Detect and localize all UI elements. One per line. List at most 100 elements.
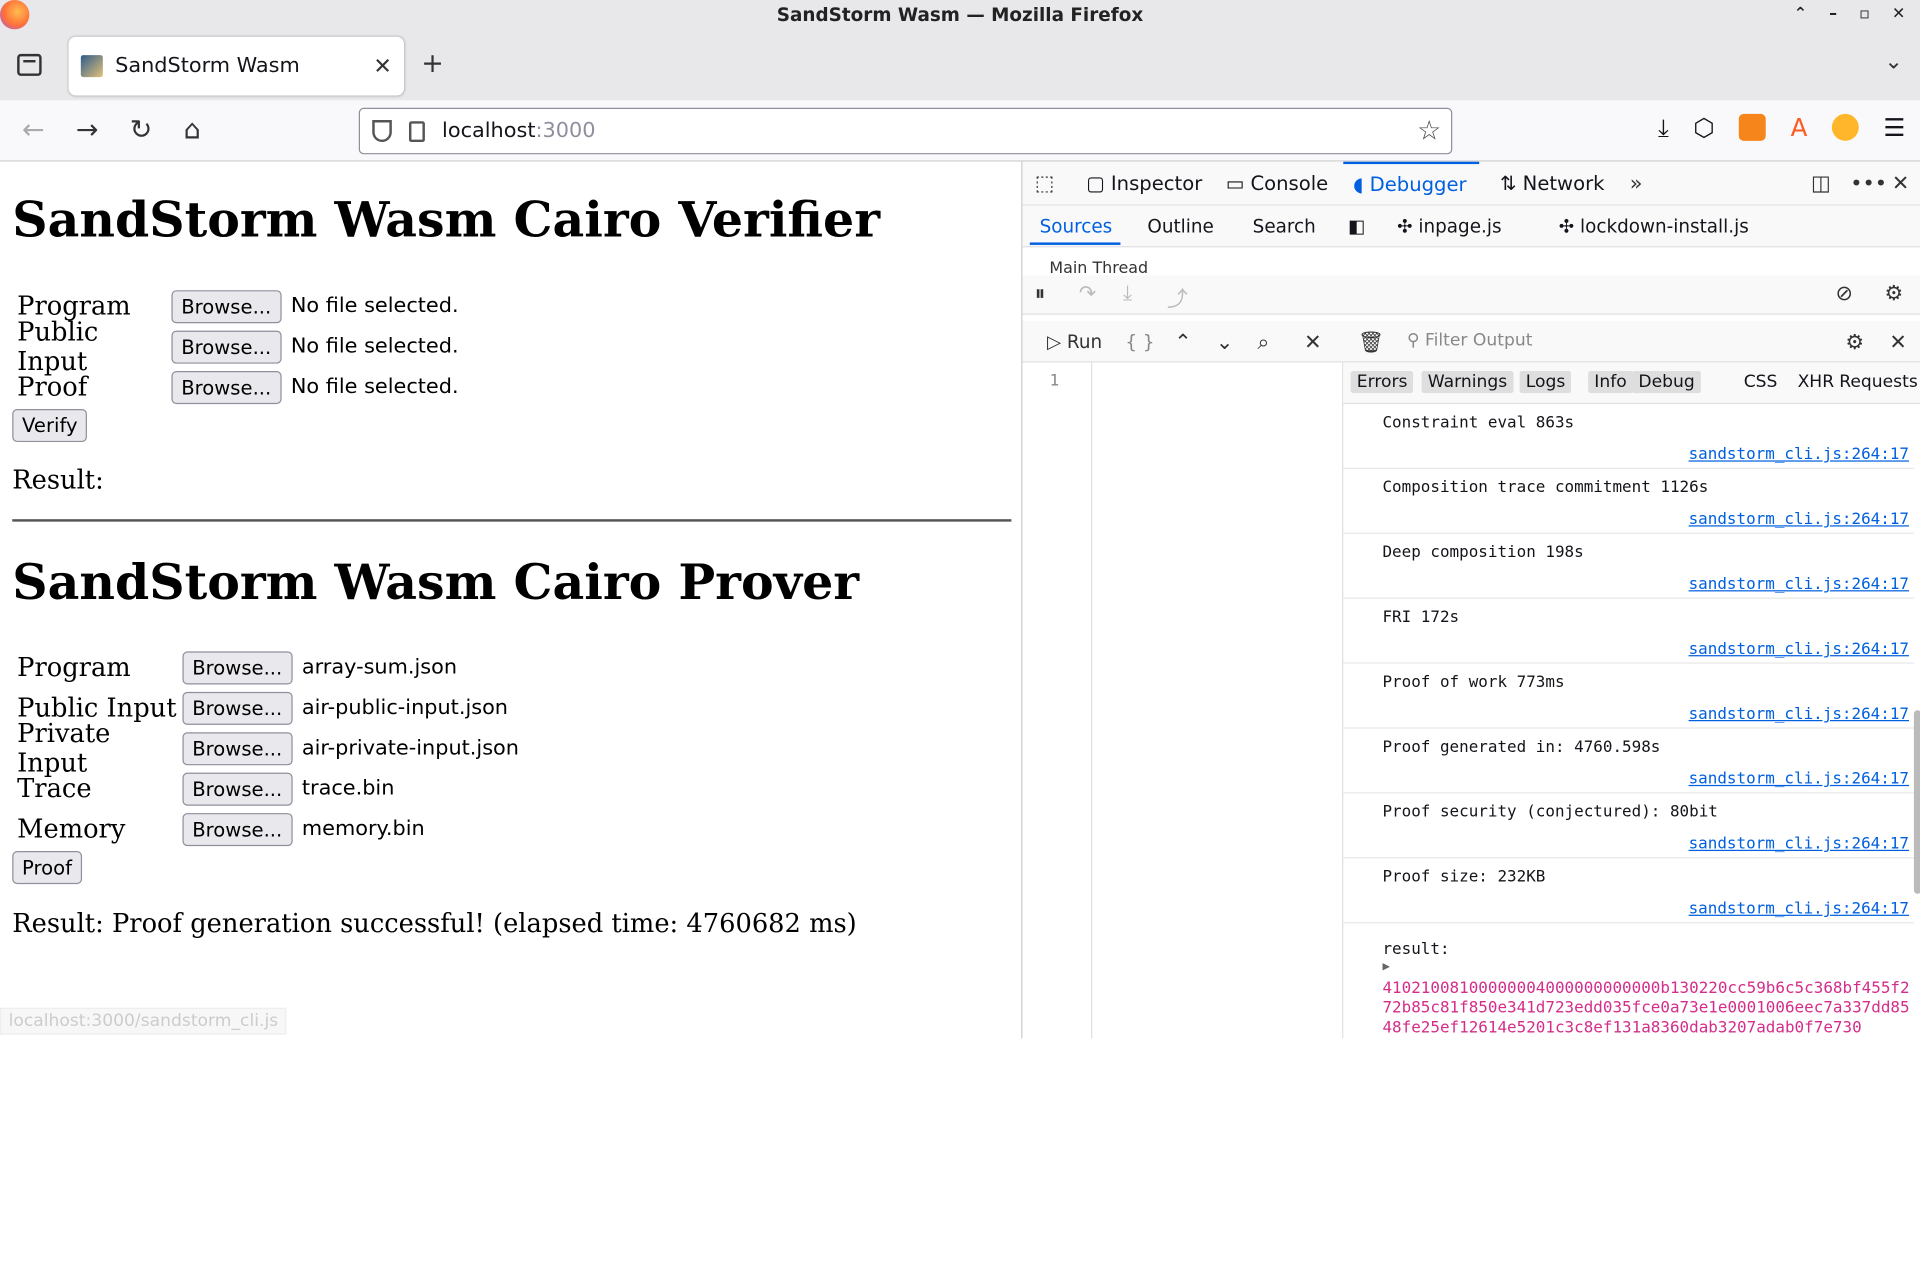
tab-sources[interactable]: Sources <box>1040 216 1113 238</box>
page-info-icon[interactable] <box>408 120 425 142</box>
close-devtools-icon[interactable]: ✕ <box>1892 171 1909 195</box>
tab-outline[interactable]: Outline <box>1147 216 1213 238</box>
more-tabs-icon[interactable]: » <box>1630 171 1643 195</box>
avast-extension-icon[interactable]: A <box>1791 113 1808 142</box>
filter-info[interactable]: Info <box>1588 371 1633 394</box>
browse-button[interactable]: Browse... <box>182 731 293 765</box>
log-source-link[interactable]: sandstorm_cli.js:264:17 <box>1689 900 1909 918</box>
new-tab-icon[interactable]: + <box>421 49 444 80</box>
browse-button[interactable]: Browse... <box>171 370 282 404</box>
chevron-up-icon[interactable]: ⌃ <box>1174 331 1191 355</box>
console-log: Composition trace commitment 1126s sandst… <box>1343 469 1914 534</box>
tab-console[interactable]: ▭ Console <box>1226 162 1329 206</box>
window-minimize-button[interactable]: – <box>1829 0 1837 29</box>
window-restore-button[interactable]: ▫ <box>1859 0 1870 29</box>
file-name: memory.bin <box>301 816 425 842</box>
tab-label: Debugger <box>1369 172 1467 196</box>
log-source-link[interactable]: sandstorm_cli.js:264:17 <box>1689 640 1909 658</box>
bookmark-star-icon[interactable]: ☆ <box>1417 116 1441 147</box>
list-all-tabs-chevron-icon[interactable]: ⌄ <box>1884 49 1902 75</box>
menu-hamburger-icon[interactable]: ☰ <box>1883 113 1905 142</box>
window-titlebar: SandStorm Wasm — Mozilla Firefox ⌃ – ▫ ✕ <box>0 0 1920 30</box>
url-host: localhost <box>442 118 536 144</box>
console-settings-icon[interactable]: ⚙ <box>1845 331 1864 355</box>
step-in-icon[interactable]: ⤓ <box>1123 282 1132 306</box>
log-source-link[interactable]: sandstorm_cli.js:264:17 <box>1689 446 1909 464</box>
back-arrow-icon[interactable]: ← <box>22 115 45 146</box>
prover-memory-row: Memory Browse... memory.bin <box>17 811 425 848</box>
run-label: Run <box>1066 330 1103 353</box>
expand-triangle-icon[interactable]: ▶ <box>1382 960 1389 973</box>
extensions-icon[interactable]: ⬡ <box>1693 113 1714 142</box>
tab-sandstorm[interactable]: SandStorm Wasm ✕ <box>68 36 405 96</box>
log-message: Deep composition 198s <box>1382 543 1584 563</box>
pause-icon[interactable]: ⏸ <box>1035 282 1045 306</box>
close-editor-icon[interactable]: ✕ <box>1304 331 1321 355</box>
home-icon[interactable]: ⌂ <box>184 115 201 146</box>
browse-button[interactable]: Browse... <box>171 330 282 364</box>
dock-icon[interactable]: ◫ <box>1811 171 1831 195</box>
browse-button[interactable]: Browse... <box>182 812 293 846</box>
toggle-sidebar-icon[interactable]: ◧ <box>1348 216 1365 238</box>
result-hex[interactable]: 41021008100000004000000000000b130220cc59… <box>1382 980 1916 1039</box>
console-log: Proof generated in: 4760.598s sandstorm_c… <box>1343 729 1914 794</box>
log-source-link[interactable]: sandstorm_cli.js:264:17 <box>1689 770 1909 788</box>
console-scrollbar[interactable] <box>1913 710 1920 894</box>
chevron-down-icon[interactable]: ⌄ <box>1216 331 1233 355</box>
tab-list-icon[interactable] <box>17 53 42 76</box>
more-options-icon[interactable]: ••• <box>1850 171 1887 195</box>
step-over-icon[interactable]: ↷ <box>1079 282 1096 306</box>
forward-arrow-icon[interactable]: → <box>76 115 99 146</box>
pretty-print-icon[interactable]: { } <box>1125 331 1154 353</box>
console-log: Proof size: 232KB sandstorm_cli.js:264:17 <box>1343 858 1914 924</box>
code-editor[interactable]: 1 <box>1022 362 1344 1039</box>
log-source-link[interactable]: sandstorm_cli.js:264:17 <box>1689 835 1909 853</box>
browse-button[interactable]: Browse... <box>182 650 293 684</box>
file-name: No file selected. <box>290 374 459 400</box>
tab-debugger[interactable]: ◖ Debugger <box>1343 161 1479 206</box>
filter-errors[interactable]: Errors <box>1350 371 1414 394</box>
window-maximize-chevron-icon[interactable]: ⌃ <box>1794 0 1807 29</box>
tab-inspector[interactable]: ▢ Inspector <box>1086 162 1202 206</box>
reload-icon[interactable]: ↻ <box>130 115 153 146</box>
tab-close-icon[interactable]: ✕ <box>373 53 391 79</box>
element-picker-icon[interactable]: ⬚ <box>1035 171 1055 195</box>
metamask-fox-icon[interactable] <box>1739 113 1767 141</box>
devtools-toolbar: ⬚ ▢ Inspector ▭ Console ◖ Debugger ⇅ Net… <box>1022 161 1920 206</box>
log-source-link[interactable]: sandstorm_cli.js:264:17 <box>1689 576 1909 594</box>
filter-logs[interactable]: Logs <box>1519 371 1572 394</box>
open-file-inpage[interactable]: ✣ inpage.js <box>1397 216 1501 238</box>
window-close-button[interactable]: ✕ <box>1892 0 1905 29</box>
filter-output-input[interactable]: ⚲ Filter Output <box>1407 331 1532 351</box>
log-source-link[interactable]: sandstorm_cli.js:264:17 <box>1689 705 1909 723</box>
search-icon[interactable]: ⌕ <box>1258 331 1270 355</box>
browse-button[interactable]: Browse... <box>171 289 282 323</box>
console-log: FRI 172s sandstorm_cli.js:264:17 <box>1343 599 1914 664</box>
url-bar[interactable]: localhost:3000 ☆ <box>358 107 1453 155</box>
file-tab-label: lockdown-install.js <box>1580 215 1749 238</box>
firefox-logo-icon <box>0 0 30 30</box>
tab-search[interactable]: Search <box>1253 216 1316 238</box>
extension-icon[interactable] <box>1831 113 1859 141</box>
filter-debug[interactable]: Debug <box>1632 371 1701 394</box>
run-button[interactable]: ▷ Run <box>1047 331 1102 353</box>
verify-button[interactable]: Verify <box>12 408 88 443</box>
shield-icon[interactable] <box>372 120 392 143</box>
proof-button[interactable]: Proof <box>12 851 82 885</box>
filter-warnings[interactable]: Warnings <box>1421 371 1514 394</box>
log-source-link[interactable]: sandstorm_cli.js:264:17 <box>1689 511 1909 529</box>
log-message: Proof generated in: 4760.598s <box>1382 738 1661 757</box>
debugger-settings-icon[interactable]: ⚙ <box>1885 282 1904 306</box>
filter-css[interactable]: CSS <box>1738 371 1784 393</box>
tab-network[interactable]: ⇅ Network <box>1500 162 1604 206</box>
deactivate-breakpoints-icon[interactable]: ⊘ <box>1836 282 1853 306</box>
browse-button[interactable]: Browse... <box>182 691 293 725</box>
downloads-icon[interactable]: ⤓ <box>1658 113 1669 142</box>
open-file-lockdown[interactable]: ✣ lockdown-install.js <box>1559 216 1749 238</box>
step-out-icon[interactable]: ⤴ <box>1167 282 1188 312</box>
log-message: Proof security (conjectured): 80bit <box>1382 803 1718 822</box>
close-console-icon[interactable]: ✕ <box>1889 331 1906 355</box>
filter-requests[interactable]: Requests <box>1833 371 1920 393</box>
browse-button[interactable]: Browse... <box>182 772 293 806</box>
trash-icon[interactable]: 🗑 <box>1358 331 1384 355</box>
